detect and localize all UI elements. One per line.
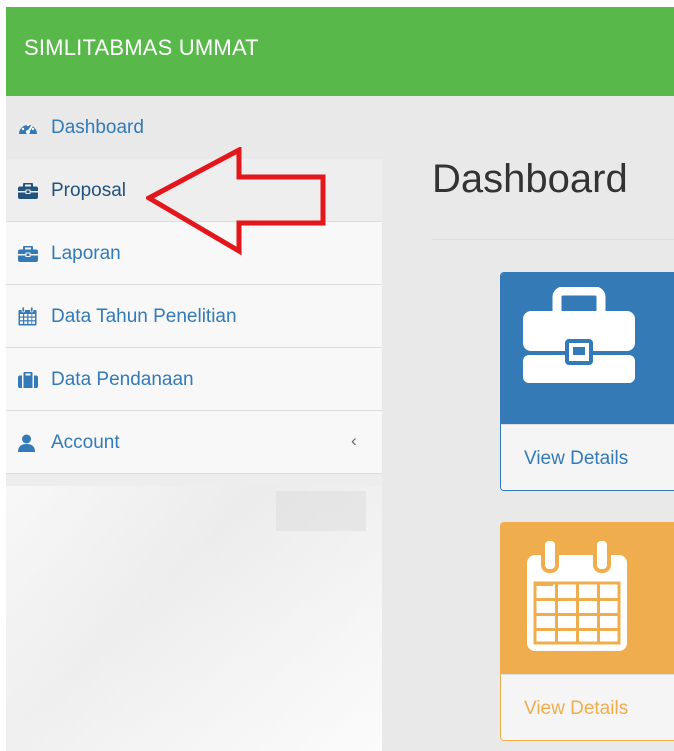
calendar-icon [523, 537, 633, 660]
page: SIMLITABMAS UMMAT Dashboard Proposal Lap… [6, 7, 674, 751]
sidebar-item-label: Data Pendanaan [51, 369, 194, 390]
calendar-icon [18, 285, 37, 348]
sidebar-item-label: Proposal [51, 180, 126, 201]
top-navbar: SIMLITABMAS UMMAT [6, 7, 674, 96]
briefcase-icon [18, 222, 38, 285]
red-arrow-annotation [146, 147, 326, 256]
page-title: Dashboard [432, 157, 628, 201]
sidebar-background-shape [276, 491, 366, 531]
sidebar-item-label: Dashboard [51, 117, 144, 138]
panel-heading [501, 523, 674, 674]
sidebar-item-account[interactable]: Account ‹ [6, 411, 382, 474]
view-details-link[interactable]: View Details [501, 424, 674, 490]
brand-title[interactable]: SIMLITABMAS UMMAT [24, 35, 259, 61]
view-details-label: View Details [524, 698, 629, 719]
sidebar-item-data-tahun-penelitian[interactable]: Data Tahun Penelitian [6, 285, 382, 348]
sidebar-item-label: Data Tahun Penelitian [51, 306, 237, 327]
sidebar-item-data-pendanaan[interactable]: Data Pendanaan [6, 348, 382, 411]
panel-heading [501, 273, 674, 424]
briefcase-icon [523, 286, 635, 392]
title-divider [432, 239, 674, 240]
view-details-link[interactable]: View Details [501, 674, 674, 740]
view-details-label: View Details [524, 448, 629, 469]
suitcase-icon [18, 348, 38, 411]
sidebar-item-label: Account [51, 432, 120, 453]
chevron-left-icon[interactable]: ‹ [351, 411, 357, 474]
dashboard-icon [18, 96, 38, 159]
stat-panel-warning: View Details [500, 522, 674, 741]
sidebar-item-label: Laporan [51, 243, 121, 264]
stat-panel-primary: View Details [500, 272, 674, 491]
user-icon [18, 411, 35, 474]
briefcase-icon [18, 159, 38, 222]
